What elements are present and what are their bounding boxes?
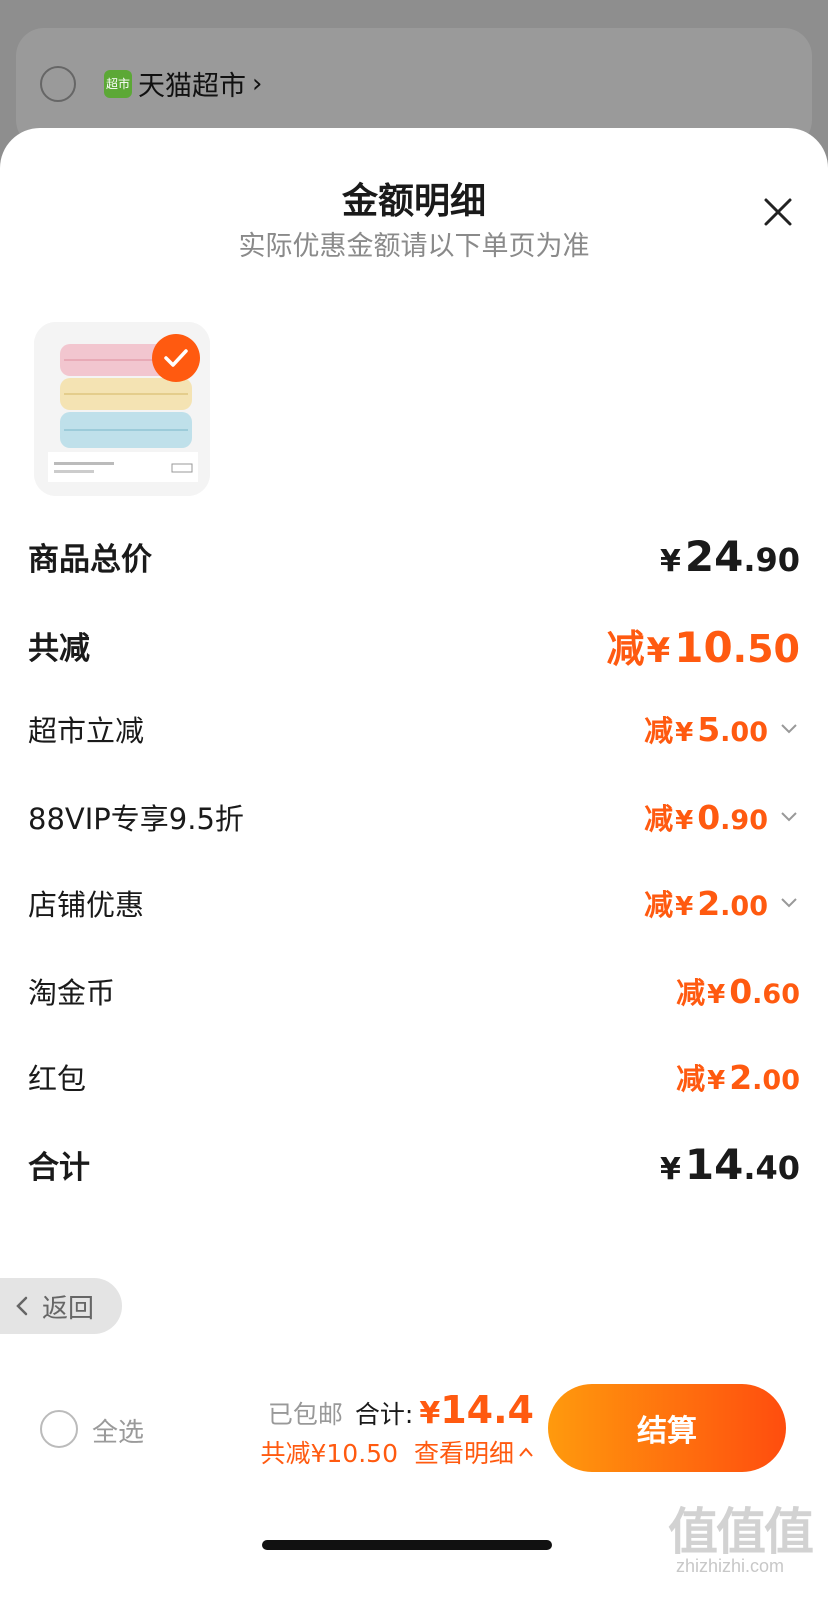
goods-total-label: 商品总价 [28,542,152,578]
discount-row-redpacket: 红包 减 ¥2.00 [28,1056,800,1098]
sum-amount: ¥14.40 [659,1140,800,1189]
footer-discount-text: 共减¥10.50 [260,1439,398,1468]
discount-label: 88VIP专享9.5折 [28,802,244,836]
chevron-up-icon [519,1447,533,1457]
back-button[interactable]: 返回 [0,1278,122,1334]
discount-amount: 减 ¥0.60 [676,972,800,1011]
selected-check-icon[interactable] [152,334,200,382]
checkout-button[interactable]: 结算 [548,1384,786,1472]
watermark-logo: 值值值 [668,1503,814,1561]
discount-label: 淘金币 [28,976,116,1010]
discount-row-88vip[interactable]: 88VIP专享9.5折 减 ¥0.90 [28,796,800,838]
discount-row-coins: 淘金币 减 ¥0.60 [28,970,800,1012]
store-header[interactable]: 超市 天猫超市 › [104,64,262,103]
discount-label: 红包 [28,1062,87,1096]
footer-total-amount: ¥14.4 [419,1388,534,1432]
amount-detail-sheet: 金额明细 实际优惠金额请以下单页为准 商品总价 ¥24.90 共减 减 ¥ 10… [0,128,828,1598]
discount-label: 店铺优惠 [28,888,145,922]
home-indicator [262,1540,552,1550]
store-name: 天猫超市 [138,71,246,102]
discount-label: 超市立减 [28,714,145,748]
discount-amount: 减 ¥0.90 [644,796,800,838]
select-all-label[interactable]: 全选 [92,1412,144,1449]
discount-amount: 减 ¥2.00 [644,882,800,924]
chevron-left-icon [16,1296,28,1316]
sum-label: 合计 [28,1150,90,1186]
close-icon[interactable] [762,196,794,228]
watermark-url: zhizhizhi.com [676,1556,785,1576]
discount-row-shop[interactable]: 店铺优惠 减 ¥2.00 [28,882,800,924]
chevron-down-icon[interactable] [778,806,800,828]
footer-total: 已包邮 合计: ¥14.4 [268,1388,534,1432]
total-discount-label: 共减 [28,631,90,667]
footer-total-label: 合计: [354,1400,414,1429]
discount-row-supermarket[interactable]: 超市立减 减 ¥5.00 [28,708,800,750]
back-label: 返回 [42,1293,95,1324]
sum-row: 合计 ¥14.40 [28,1140,800,1189]
chevron-right-icon: › [252,68,263,99]
tmall-supermarket-logo-icon: 超市 [104,69,132,98]
free-shipping-label: 已包邮 [267,1400,343,1429]
select-all-radio[interactable] [40,1410,78,1448]
discount-amount: 减 ¥2.00 [676,1058,800,1097]
view-detail-link[interactable]: 查看明细 [414,1434,534,1470]
chevron-down-icon[interactable] [778,892,800,914]
goods-total-row: 商品总价 ¥24.90 [28,532,800,581]
total-discount-row: 共减 减 ¥10.50 [28,618,800,673]
chevron-down-icon[interactable] [778,718,800,740]
sheet-subtitle: 实际优惠金额请以下单页为准 [238,231,590,262]
discount-amount: 减 ¥5.00 [644,708,800,750]
goods-total-amount: ¥24.90 [659,532,800,581]
footer-discount: 共减¥10.50 查看明细 [261,1434,535,1470]
total-discount-amount: 减 ¥10.50 [606,623,800,672]
store-select-radio[interactable] [40,66,76,102]
sheet-title: 金额明细 [341,181,486,222]
